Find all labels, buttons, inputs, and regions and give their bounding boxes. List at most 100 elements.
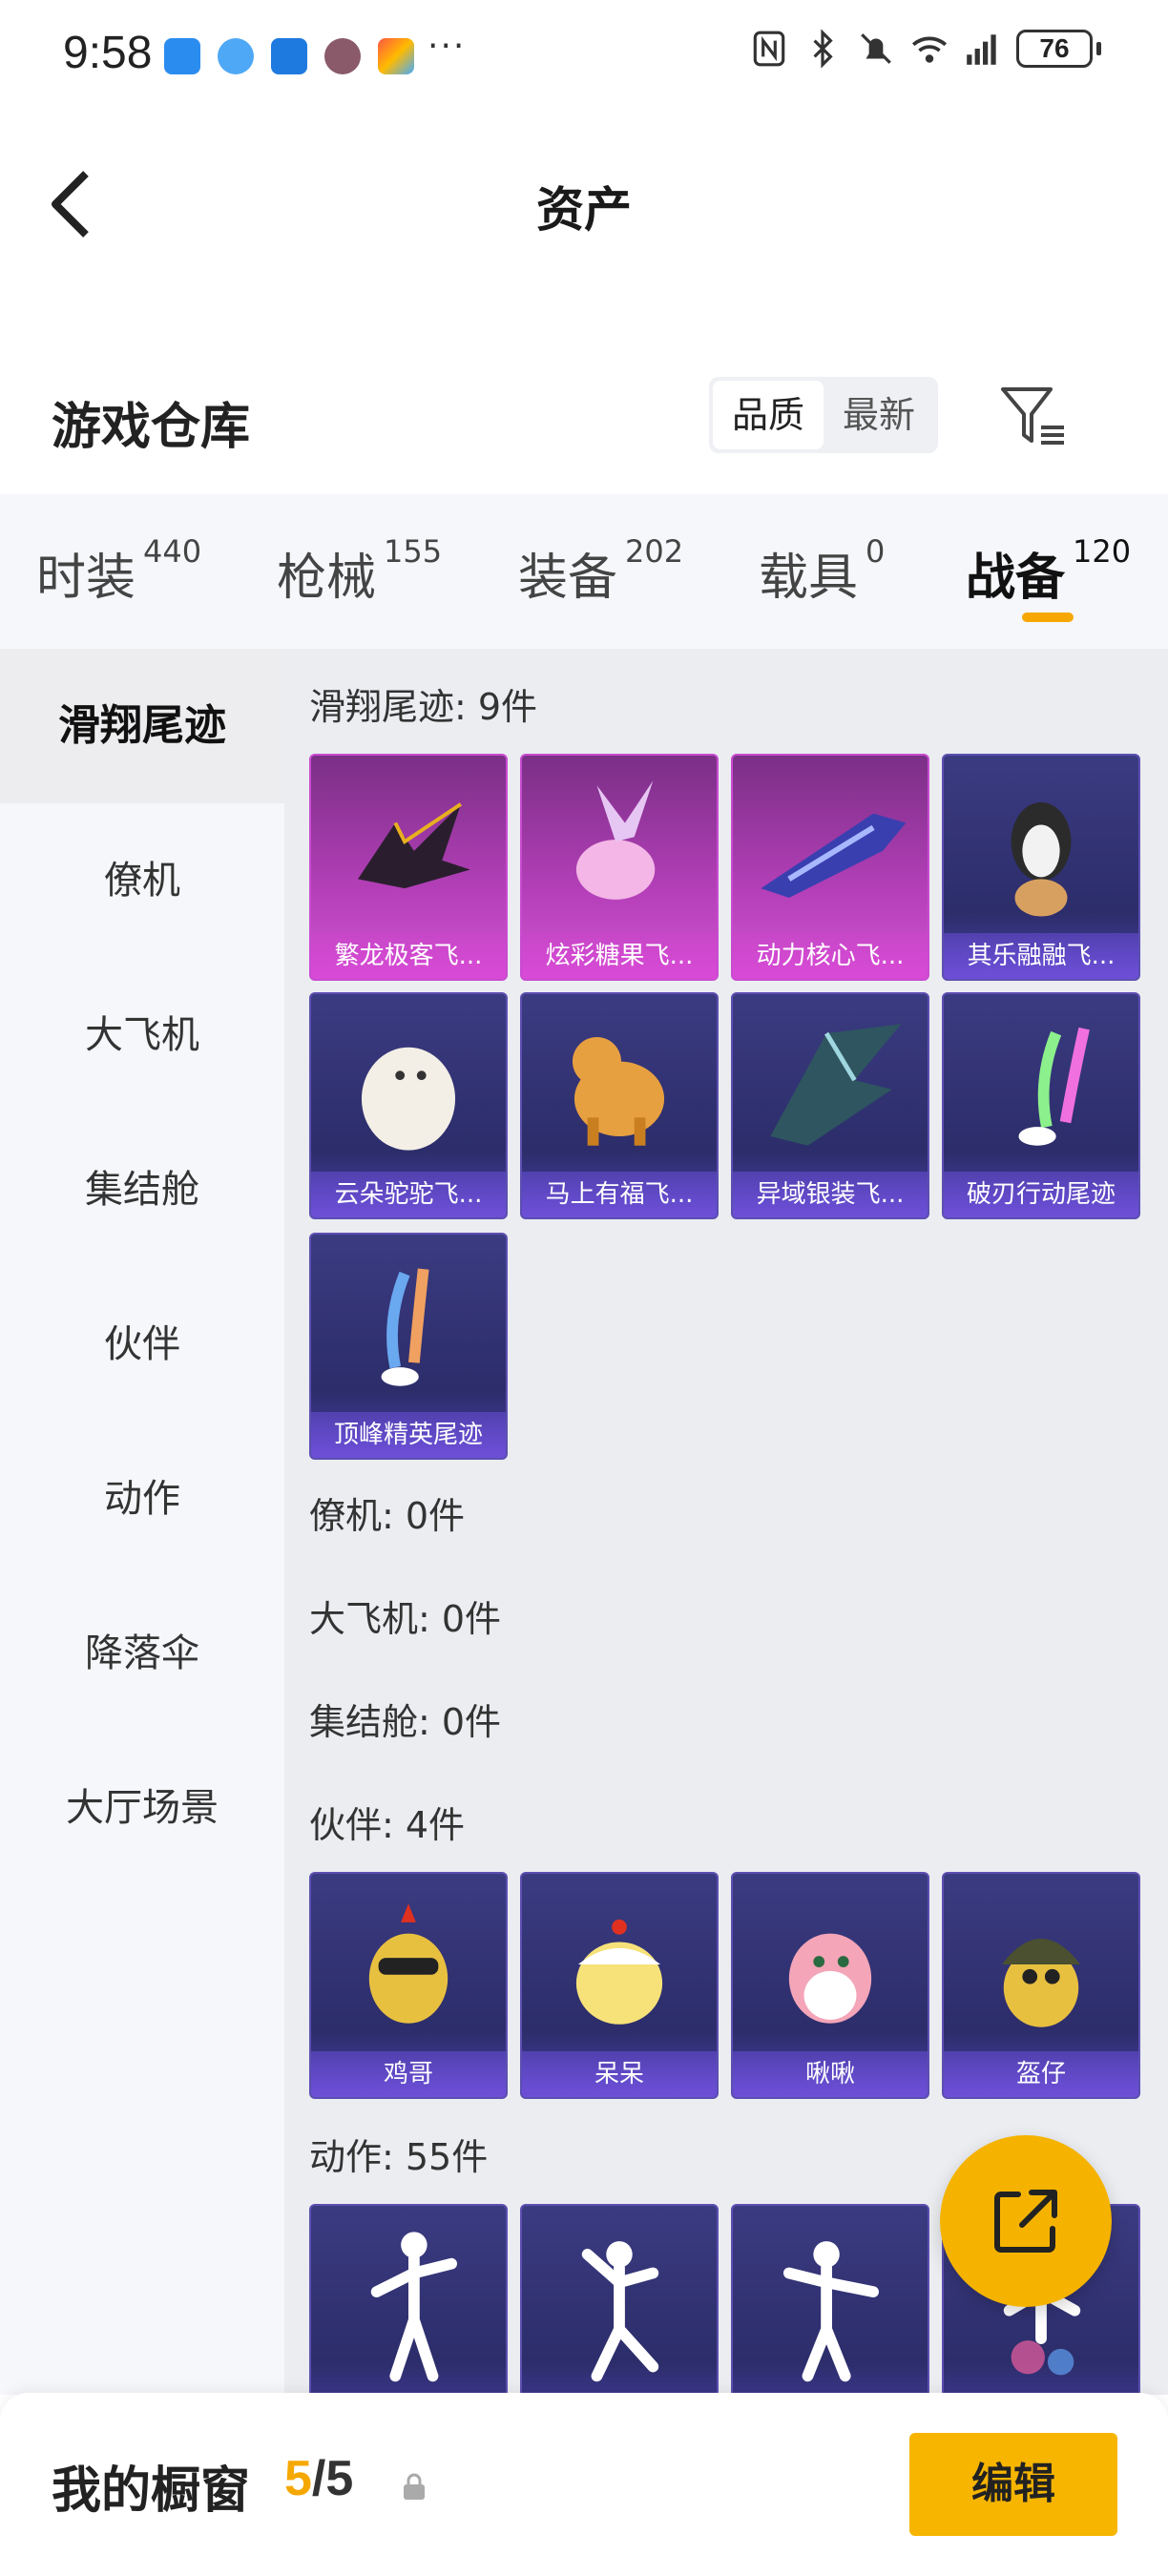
item-name: 动力核心飞... — [733, 933, 928, 979]
item-card[interactable]: 动力核心飞... — [731, 754, 929, 981]
share-icon — [994, 2190, 1057, 2253]
item-card[interactable]: 顶峰精英尾迹 — [309, 1233, 508, 1460]
app-icon — [271, 38, 307, 74]
helmet-chicken-icon — [1001, 1939, 1081, 2027]
dance-emote-icon — [370, 2232, 457, 2382]
sort-newest-option[interactable]: 最新 — [824, 381, 934, 449]
item-card[interactable]: 其乐融融飞... — [942, 754, 1140, 981]
warehouse-title: 游戏仓库 — [52, 399, 251, 456]
tab-count: 0 — [866, 533, 886, 570]
item-card[interactable]: 呆呆 — [520, 1872, 719, 2099]
tab-label: 载具 — [759, 550, 859, 607]
sidebar-item-glide-trail[interactable]: 滑翔尾迹 — [0, 649, 284, 803]
section-title-glide-trail: 滑翔尾迹: 9件 — [309, 686, 538, 728]
dance-emote-icon — [782, 2241, 879, 2382]
tab-count: 440 — [143, 533, 202, 570]
status-bar: 9:58 ··· 76 — [0, 0, 1168, 110]
item-name: 啾啾 — [733, 2051, 928, 2097]
status-more: ··· — [428, 27, 467, 66]
item-name: 繁龙极客飞... — [311, 933, 506, 979]
item-card[interactable]: 云朵驼驼飞... — [309, 992, 508, 1219]
edit-button[interactable]: 编辑 — [909, 2433, 1117, 2536]
sidebar-item-pod[interactable]: 集结舱 — [0, 1112, 284, 1267]
sidebar-item-wingman[interactable]: 僚机 — [0, 803, 284, 958]
showcase-bar: 我的橱窗 5/5 编辑 — [0, 2393, 1168, 2576]
nfc-icon — [753, 31, 785, 67]
share-button[interactable] — [940, 2135, 1112, 2307]
sidebar-item-lobby-scene[interactable]: 大厅场景 — [0, 1731, 284, 1885]
item-card[interactable]: 破刃行动尾迹 — [942, 992, 1140, 1219]
chick-icon — [575, 1919, 663, 2025]
signal-icon — [967, 34, 996, 65]
game-app-icon — [324, 38, 361, 74]
sidebar-item-parachute[interactable]: 降落伞 — [0, 1576, 284, 1731]
battery-icon: 76 — [1016, 30, 1093, 68]
item-card[interactable]: 啾啾 — [731, 1872, 929, 2099]
category-tabs: 时装 440 枪械 155 装备 202 载具 0 战备 120 — [0, 494, 1168, 649]
mute-icon — [861, 33, 891, 64]
active-tab-indicator — [1022, 613, 1074, 622]
status-app-icons — [164, 38, 414, 74]
item-name: 呆呆 — [522, 2051, 717, 2097]
section-title-emote: 动作: 55件 — [309, 2136, 489, 2178]
section-title-big-plane: 大飞机: 0件 — [309, 1598, 502, 1640]
silver-glider-icon — [770, 1024, 902, 1146]
status-system-icons: 76 — [749, 29, 1101, 69]
bluetooth-icon — [813, 29, 833, 69]
tab-label: 枪械 — [277, 550, 377, 607]
tab-gear[interactable]: 战备 120 — [966, 533, 1131, 609]
tab-equipment[interactable]: 装备 202 — [518, 533, 683, 609]
tab-count: 202 — [625, 533, 684, 570]
item-card[interactable] — [731, 2204, 929, 2395]
app-icon — [378, 38, 414, 74]
item-name: 马上有福飞... — [522, 1172, 717, 1217]
item-card[interactable]: 炫彩糖果飞... — [520, 754, 719, 981]
section-title-companion: 伙伴: 4件 — [309, 1804, 466, 1846]
sidebar-item-big-plane[interactable]: 大飞机 — [0, 958, 284, 1112]
showcase-separator: / — [311, 2451, 326, 2506]
title-bar: 资产 — [0, 134, 1168, 277]
showcase-count: 5/5 — [284, 2450, 353, 2507]
items-panel: 滑翔尾迹: 9件 繁龙极客飞... 炫彩糖果飞... 动力核心飞... 其乐融融… — [284, 649, 1168, 2395]
item-card[interactable]: 异域银装飞... — [731, 992, 929, 1219]
tab-label: 时装 — [36, 550, 136, 607]
item-card[interactable] — [520, 2204, 719, 2395]
item-name: 云朵驼驼飞... — [311, 1172, 506, 1217]
penguin-glider-icon — [1011, 801, 1072, 917]
candy-glider-icon — [575, 780, 656, 900]
tab-count: 120 — [1073, 533, 1132, 570]
browser-app-icon — [218, 38, 254, 74]
showcase-title: 我的橱窗 — [52, 2462, 251, 2520]
core-glider-icon — [761, 813, 907, 898]
battery-cap — [1096, 42, 1101, 55]
tab-label: 装备 — [518, 550, 618, 607]
item-card[interactable]: 马上有福飞... — [520, 992, 719, 1219]
smoke-trail-icon — [1018, 1027, 1090, 1146]
lock-icon — [404, 2473, 425, 2500]
tab-guns[interactable]: 枪械 155 — [277, 533, 442, 609]
item-card[interactable]: 盔仔 — [942, 1872, 1140, 2099]
sort-quality-option[interactable]: 品质 — [713, 381, 824, 449]
item-name: 异域银装飞... — [733, 1172, 928, 1217]
tab-vehicles[interactable]: 载具 0 — [759, 533, 885, 609]
wifi-icon — [911, 36, 948, 63]
sidebar-item-emote[interactable]: 动作 — [0, 1422, 284, 1576]
tab-count: 155 — [384, 533, 443, 570]
item-card[interactable] — [309, 2204, 508, 2395]
sidebar-item-companion[interactable]: 伙伴 — [0, 1267, 284, 1422]
chicken-icon — [368, 1903, 448, 2024]
item-name: 鸡哥 — [311, 2051, 506, 2097]
section-title-wingman: 僚机: 0件 — [309, 1495, 466, 1537]
item-name: 盔仔 — [944, 2051, 1138, 2097]
smoke-trail-icon — [381, 1268, 429, 1386]
tab-fashion[interactable]: 时装 440 — [36, 533, 201, 609]
showcase-total: 5 — [325, 2451, 354, 2506]
message-app-icon — [164, 38, 200, 74]
item-name: 其乐融融飞... — [944, 933, 1138, 979]
filter-icon[interactable] — [997, 380, 1070, 452]
item-card[interactable]: 繁龙极客飞... — [309, 754, 508, 981]
dragon-glider-icon — [358, 802, 470, 889]
showcase-current: 5 — [284, 2451, 312, 2506]
item-card[interactable]: 鸡哥 — [309, 1872, 508, 2099]
status-time: 9:58 — [63, 28, 153, 78]
